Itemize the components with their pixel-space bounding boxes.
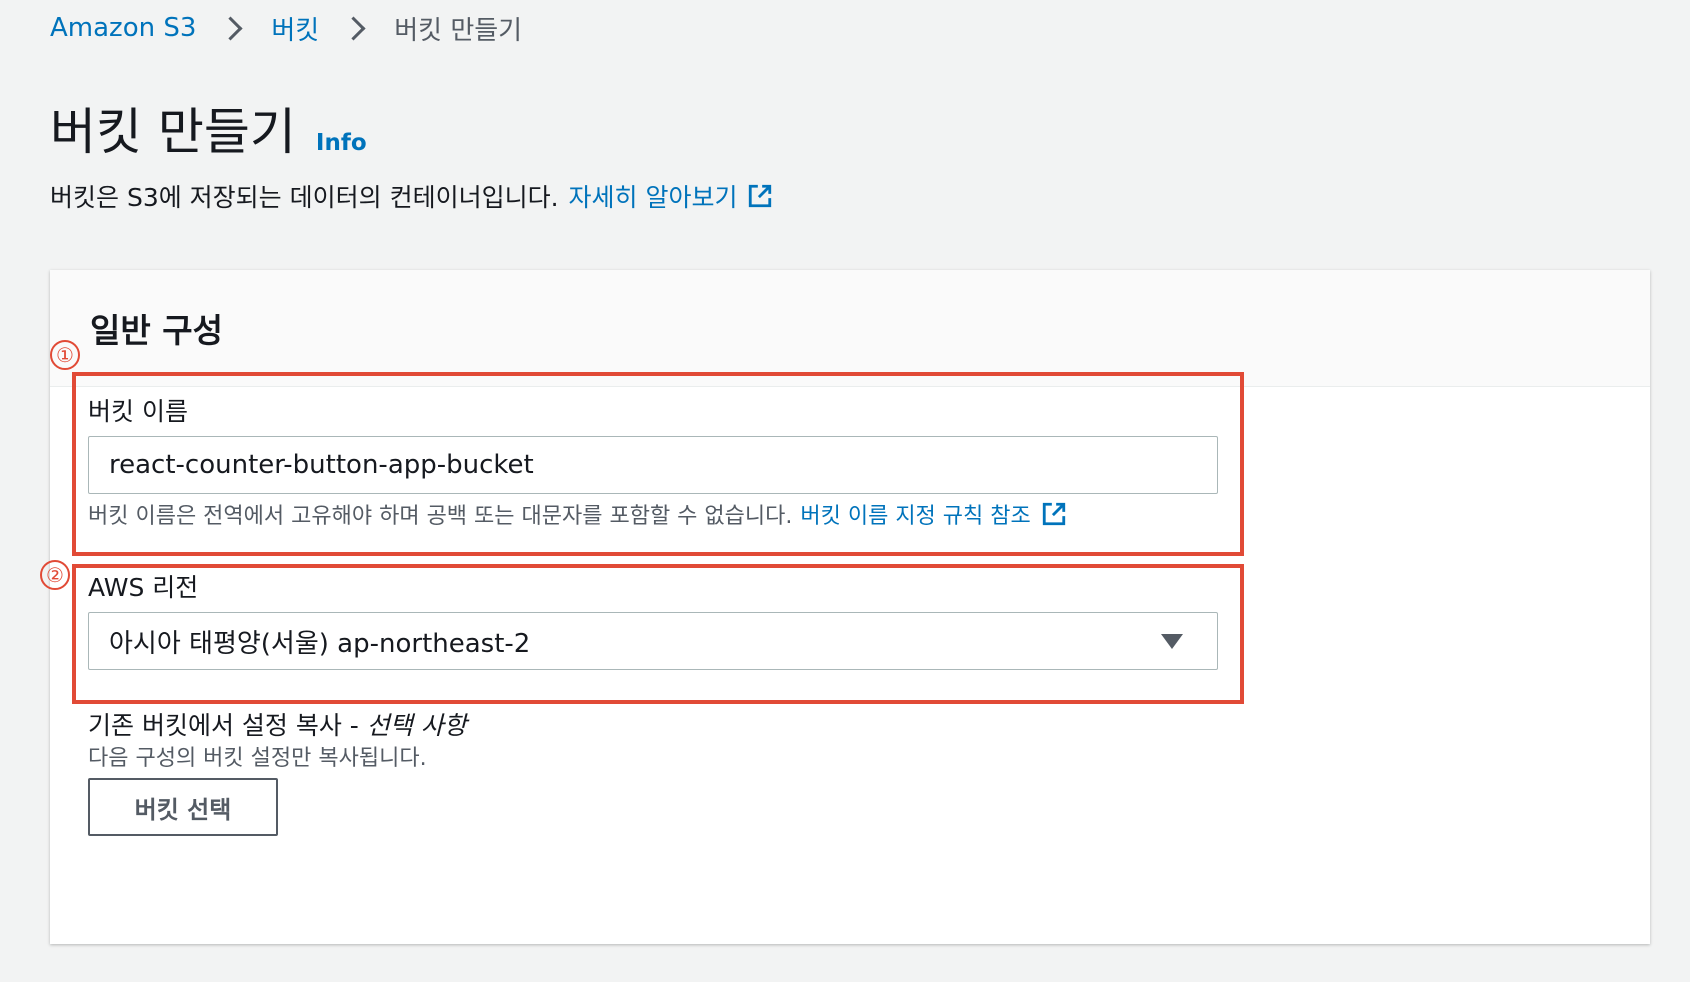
annotation-marker-1: ① xyxy=(50,340,80,370)
learn-more-link[interactable]: 자세히 알아보기 xyxy=(569,178,774,214)
copy-settings-label: 기존 버킷에서 설정 복사 - 선택 사항 xyxy=(88,706,467,742)
bucket-naming-rules-link[interactable]: 버킷 이름 지정 규칙 참조 xyxy=(800,498,1066,530)
optional-label: 선택 사항 xyxy=(366,711,467,740)
page-header: 버킷 만들기 Info xyxy=(50,100,367,164)
region-label: AWS 리전 xyxy=(88,573,199,602)
annotation-marker-2: ② xyxy=(40,560,70,590)
bucket-name-input[interactable] xyxy=(88,436,1218,494)
panel-header: 일반 구성 xyxy=(50,270,1650,387)
breadcrumb-current: 버킷 만들기 xyxy=(394,15,523,46)
chevron-right-icon xyxy=(341,15,366,41)
external-link-icon xyxy=(749,184,772,208)
page-title: 버킷 만들기 xyxy=(50,103,296,161)
info-link[interactable]: Info xyxy=(316,130,367,156)
external-link-icon xyxy=(1042,502,1065,526)
breadcrumb: Amazon S3 버킷 버킷 만들기 xyxy=(50,10,522,46)
choose-bucket-button[interactable]: 버킷 선택 xyxy=(88,778,278,836)
region-selected-value: 아시아 태평양(서울) ap-northeast-2 xyxy=(109,628,531,659)
region-select[interactable]: 아시아 태평양(서울) ap-northeast-2 xyxy=(88,612,1218,670)
bucket-name-helper-text: 버킷 이름은 전역에서 고유해야 하며 공백 또는 대문자를 포함할 수 없습니… xyxy=(88,504,793,529)
copy-settings-label-text: 기존 버킷에서 설정 복사 - xyxy=(88,711,367,740)
bucket-name-label: 버킷 이름 xyxy=(88,397,188,426)
breadcrumb-amazon-s3[interactable]: Amazon S3 xyxy=(50,13,196,43)
page-description-text: 버킷은 S3에 저장되는 데이터의 컨테이너입니다. xyxy=(50,183,559,212)
breadcrumb-buckets[interactable]: 버킷 xyxy=(271,10,319,47)
page-description: 버킷은 S3에 저장되는 데이터의 컨테이너입니다. 자세히 알아보기 xyxy=(50,178,773,214)
caret-down-icon xyxy=(1161,633,1183,649)
bucket-name-helper: 버킷 이름은 전역에서 고유해야 하며 공백 또는 대문자를 포함할 수 없습니… xyxy=(88,498,1067,530)
panel-title: 일반 구성 xyxy=(90,311,223,350)
learn-more-label: 자세히 알아보기 xyxy=(568,183,738,212)
general-configuration-panel: 일반 구성 ① 버킷 이름 버킷 이름은 전역에서 고유해야 하며 공백 또는 … xyxy=(40,270,1650,944)
bucket-naming-rules-label: 버킷 이름 지정 규칙 참조 xyxy=(800,504,1031,529)
copy-settings-description: 다음 구성의 버킷 설정만 복사됩니다. xyxy=(88,746,427,771)
chevron-right-icon xyxy=(218,15,243,41)
